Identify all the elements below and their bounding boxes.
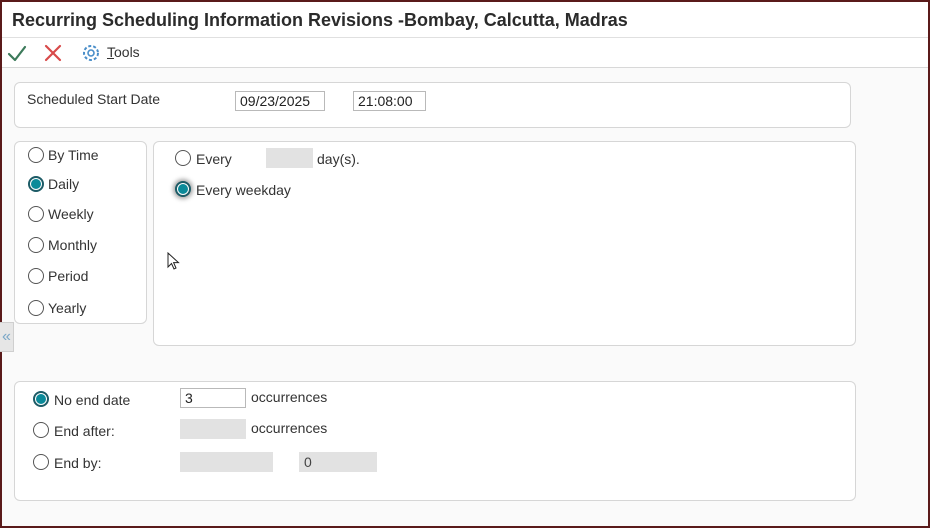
end-by-time-input[interactable]: 0	[299, 452, 377, 472]
radio-end-by[interactable]	[33, 454, 49, 470]
start-time-input[interactable]: 21:08:00	[353, 91, 426, 111]
window-title: Recurring Scheduling Information Revisio…	[12, 10, 628, 30]
radio-end-after[interactable]	[33, 422, 49, 438]
label-yearly: Yearly	[48, 300, 87, 316]
tools-menu-button[interactable]: Tools	[107, 44, 140, 60]
title-bar: Recurring Scheduling Information Revisio…	[2, 2, 928, 38]
label-monthly: Monthly	[48, 237, 98, 253]
radio-daily[interactable]	[28, 176, 44, 192]
no-end-occurrences-input[interactable]: 3	[180, 388, 246, 408]
label-daily: Daily	[48, 176, 80, 192]
label-by-time: By Time	[48, 147, 99, 163]
gear-icon[interactable]	[80, 42, 102, 64]
frequency-panel: By Time Daily Weekly Monthly Period Year…	[14, 141, 147, 324]
tools-label: ools	[114, 44, 140, 60]
label-weekly: Weekly	[48, 206, 94, 222]
start-date-input[interactable]: 09/23/2025	[235, 91, 325, 111]
checkmark-icon[interactable]	[6, 42, 28, 64]
mouse-pointer-icon	[167, 252, 180, 270]
label-days-suffix: day(s).	[317, 151, 360, 167]
end-after-input[interactable]	[180, 419, 246, 439]
collapse-panel-button[interactable]: «	[0, 322, 14, 352]
end-range-panel: No end date 3 occurrences End after: occ…	[14, 381, 856, 501]
radio-monthly[interactable]	[28, 237, 44, 253]
label-occurrences: occurrences	[251, 389, 328, 405]
radio-period[interactable]	[28, 268, 44, 284]
label-every-weekday: Every weekday	[196, 182, 291, 198]
radio-no-end-date[interactable]	[33, 391, 49, 407]
tools-accelerator: T	[107, 44, 114, 60]
label-every: Every	[196, 151, 232, 167]
label-end-after: End after:	[54, 423, 115, 439]
label-end-by: End by:	[54, 455, 102, 471]
start-date-label: Scheduled Start Date	[27, 91, 161, 107]
toolbar: Tools	[2, 38, 928, 68]
radio-weekly[interactable]	[28, 206, 44, 222]
label-end-after-occurrences: occurrences	[251, 420, 328, 436]
close-icon[interactable]	[42, 42, 64, 64]
label-no-end-date: No end date	[54, 392, 131, 408]
days-interval-input[interactable]	[266, 148, 313, 168]
radio-by-time[interactable]	[28, 147, 44, 163]
radio-every-weekday[interactable]	[175, 181, 191, 197]
end-by-date-input[interactable]	[180, 452, 273, 472]
daily-options-panel: Every day(s). Every weekday	[153, 141, 856, 346]
radio-every-n-days[interactable]	[175, 150, 191, 166]
start-date-panel: Scheduled Start Date 09/23/2025 21:08:00	[14, 82, 851, 128]
label-period: Period	[48, 268, 89, 284]
radio-yearly[interactable]	[28, 300, 44, 316]
